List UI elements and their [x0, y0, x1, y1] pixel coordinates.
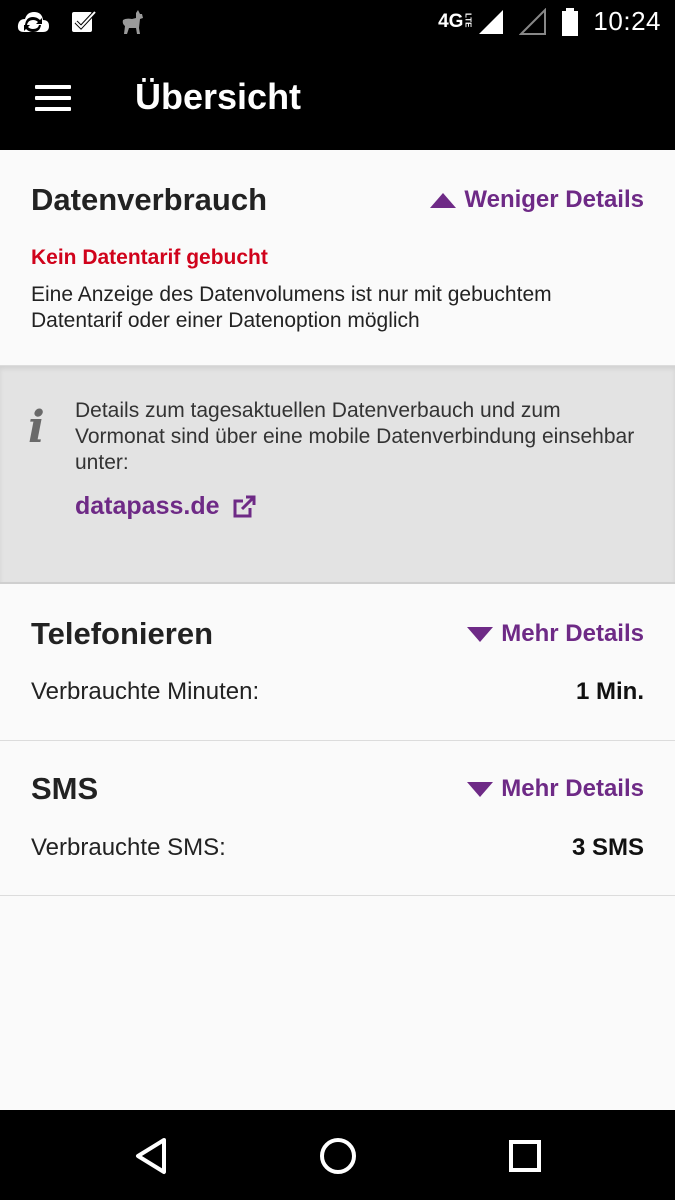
back-icon[interactable]: [130, 1134, 174, 1178]
signal-icon: [479, 9, 504, 34]
sms-more-details-label: Mehr Details: [501, 775, 644, 802]
app-toolbar: Übersicht: [0, 46, 675, 150]
sms-title: SMS: [31, 771, 99, 806]
cloud-sync-icon: [17, 12, 49, 32]
used-minutes-value: 1 Min.: [575, 678, 644, 705]
no-data-plan-warning: Kein Datentarif gebucht: [31, 246, 268, 269]
less-details-label: Weniger Details: [464, 186, 644, 213]
sms-section: SMS Mehr Details Verbrauchte SMS: 3 SMS: [0, 741, 675, 896]
battery-icon: [562, 7, 579, 36]
data-usage-section: Datenverbrauch Weniger Details Kein Date…: [0, 150, 675, 366]
info-box: i Details zum tagesaktuellen Datenverbau…: [0, 366, 675, 584]
less-details-button[interactable]: Weniger Details: [430, 186, 644, 214]
calls-more-details-label: Mehr Details: [501, 620, 644, 647]
datapass-link[interactable]: datapass.de: [75, 492, 256, 521]
navigation-bar: [0, 1110, 675, 1200]
home-icon[interactable]: [316, 1134, 360, 1178]
checkbox-icon: [72, 10, 97, 32]
calls-title: Telefonieren: [31, 616, 214, 651]
sms-more-details-button[interactable]: Mehr Details: [467, 775, 644, 803]
data-usage-title: Datenverbrauch: [31, 182, 268, 217]
external-link-icon: [233, 495, 256, 517]
triangle-up-icon: [430, 192, 457, 208]
data-usage-description: Eine Anzeige des Datenvolumens ist nur m…: [31, 283, 552, 332]
calls-section: Telefonieren Mehr Details Verbrauchte Mi…: [0, 584, 675, 741]
signal-empty-icon: [519, 7, 547, 35]
status-right: 4G LTE 10:24: [438, 6, 661, 37]
info-icon: i: [28, 402, 45, 453]
clock: 10:24: [593, 6, 661, 36]
calls-more-details-button[interactable]: Mehr Details: [467, 620, 644, 648]
datapass-link-label: datapass.de: [75, 492, 220, 520]
info-text: Details zum tagesaktuellen Datenverbauch…: [75, 399, 635, 474]
used-sms-value: 3 SMS: [571, 834, 644, 861]
recents-icon[interactable]: [503, 1134, 547, 1178]
animal-icon: [122, 10, 143, 34]
menu-icon[interactable]: [35, 85, 71, 111]
page-title: Übersicht: [135, 76, 302, 117]
used-minutes-label: Verbrauchte Minuten:: [31, 678, 260, 705]
network-type: 4G LTE: [438, 10, 473, 32]
status-bar: 4G LTE 10:24: [0, 0, 675, 46]
triangle-down-icon: [467, 781, 494, 797]
triangle-down-icon: [467, 626, 494, 642]
notification-icons: [16, 8, 146, 36]
used-sms-label: Verbrauchte SMS:: [31, 834, 226, 861]
